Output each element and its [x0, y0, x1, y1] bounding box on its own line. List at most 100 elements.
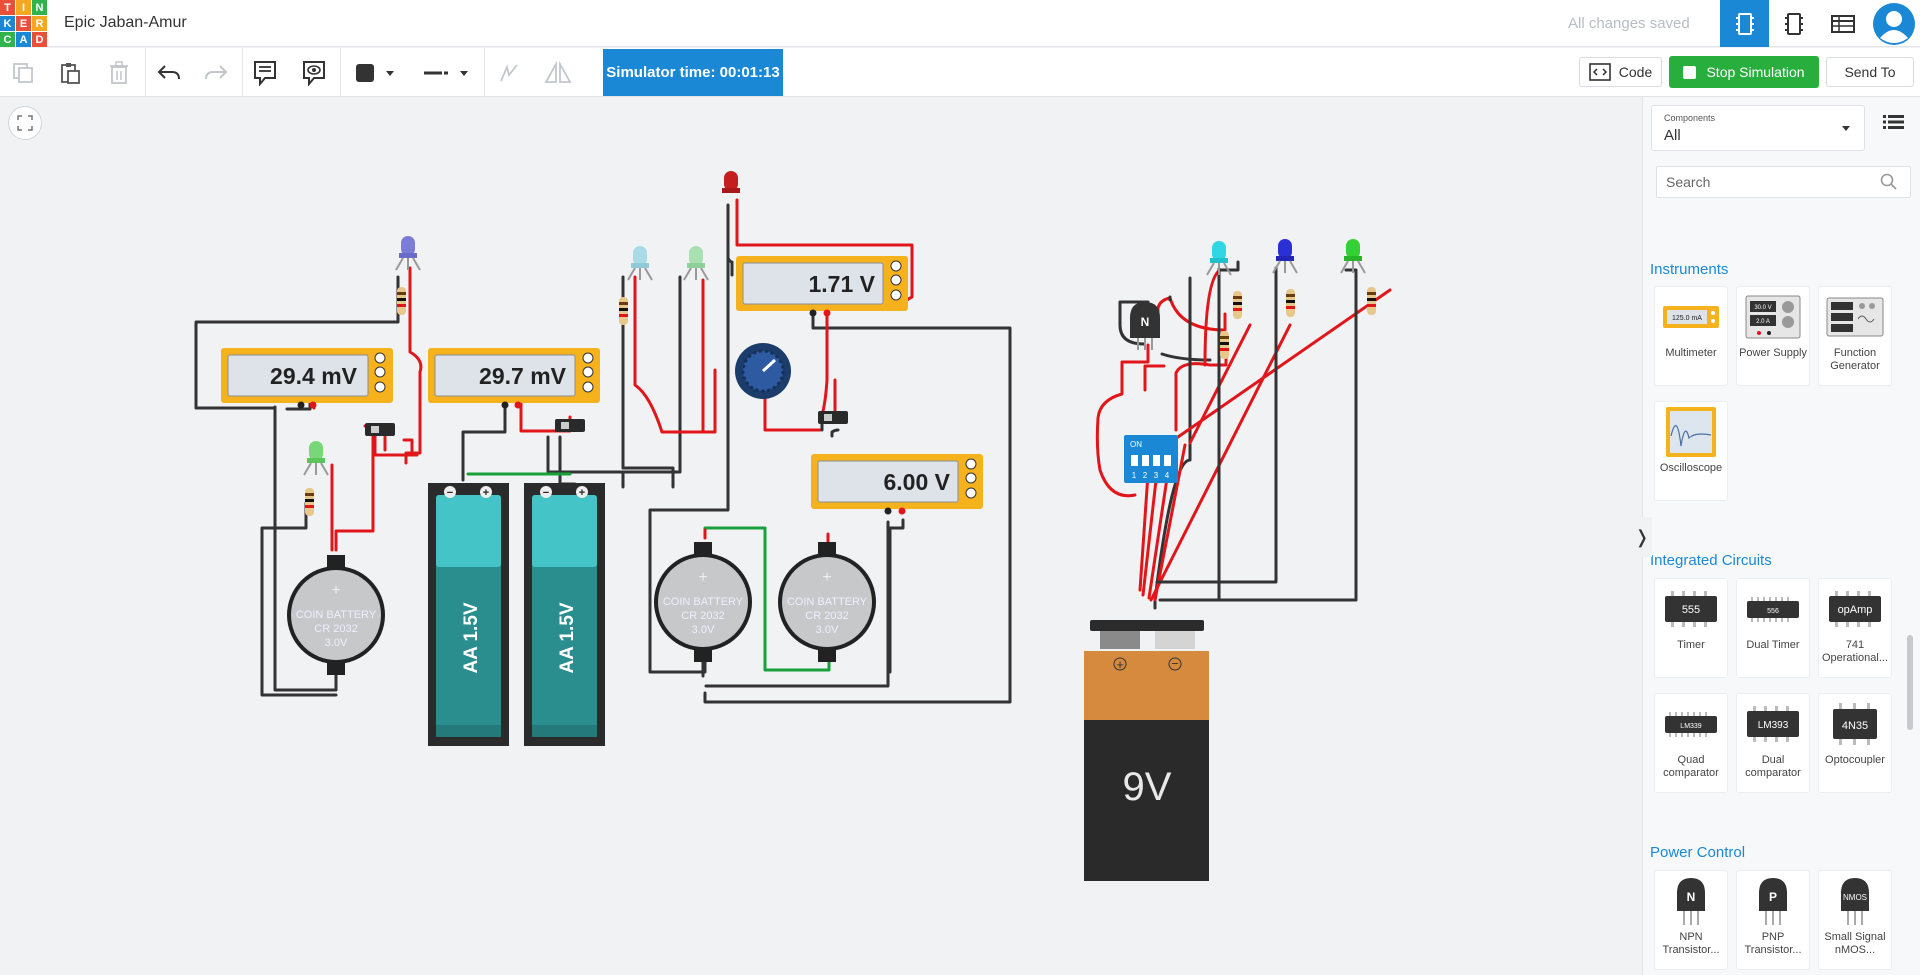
coin-battery-label: COIN BATTERY: [663, 596, 744, 608]
component-pnp-transistor[interactable]: P PNP Transistor...: [1736, 870, 1810, 970]
chip-label: NMOS: [1843, 893, 1867, 902]
section-instruments[interactable]: Instruments: [1650, 261, 1728, 278]
avatar-icon: [1873, 2, 1915, 45]
component-list-view-button[interactable]: [1818, 0, 1867, 47]
resistor[interactable]: [1233, 291, 1242, 319]
tinkercad-logo[interactable]: T I N K E R C A D: [0, 0, 47, 47]
circuit-canvas[interactable]: 29.4 mV 29.7 mV 1.71 V 6.00 V + COIN BAT…: [0, 97, 1642, 975]
potentiometer[interactable]: [735, 343, 791, 399]
toggle-notes-button[interactable]: [299, 58, 329, 88]
component-multimeter[interactable]: 125.0 mA Multimeter: [1654, 286, 1728, 386]
send-to-button[interactable]: Send To: [1826, 57, 1914, 87]
resistor[interactable]: [1367, 287, 1376, 315]
led-green-left[interactable]: [303, 441, 329, 476]
wire-color-dropdown[interactable]: [350, 58, 400, 88]
component-op-amp[interactable]: opAmp 741 Operational...: [1818, 578, 1892, 678]
eye-icon: [303, 61, 325, 86]
resistor[interactable]: [305, 488, 314, 516]
nine-volt-battery[interactable]: + −: [1084, 620, 1209, 881]
mirror-icon: [544, 61, 572, 83]
transistor-label: N: [1141, 315, 1150, 329]
stop-icon: [1683, 65, 1697, 79]
slide-switch[interactable]: [365, 423, 395, 436]
section-power-control[interactable]: Power Control: [1650, 844, 1745, 861]
stop-simulation-button[interactable]: Stop Simulation: [1669, 56, 1819, 88]
led-lightgreen-mid[interactable]: [683, 246, 709, 281]
component-dual-timer[interactable]: 556 Dual Timer: [1736, 578, 1810, 678]
logo-letter: D: [32, 32, 47, 47]
chip-label: 556: [1767, 608, 1779, 615]
code-button[interactable]: Code: [1579, 57, 1662, 87]
paste-button[interactable]: [55, 58, 85, 88]
component-dual-comparator[interactable]: LM393 Dual comparator: [1736, 693, 1810, 793]
slide-switch[interactable]: [555, 419, 585, 432]
rotate-button[interactable]: [494, 58, 524, 88]
save-status: All changes saved: [1568, 15, 1690, 32]
section-integrated-circuits[interactable]: Integrated Circuits: [1650, 552, 1772, 569]
components-panel: Components All Instruments 125.0 mA Mult…: [1642, 97, 1920, 975]
logo-letter: R: [32, 16, 47, 31]
component-power-supply[interactable]: 30.0 V 2.0 A Power Supply: [1736, 286, 1810, 386]
component-name: NPN Transistor...: [1662, 931, 1720, 956]
resistor[interactable]: [397, 287, 406, 315]
delete-button[interactable]: [104, 58, 134, 88]
resistor[interactable]: [1220, 331, 1229, 359]
component-name: Dual Timer: [1746, 639, 1800, 651]
component-name: PNP Transistor...: [1744, 931, 1802, 956]
component-oscilloscope[interactable]: Oscilloscope: [1654, 401, 1728, 501]
chip-label: P: [1769, 890, 1777, 904]
chip-label: 4N35: [1842, 720, 1868, 732]
components-filter-dropdown[interactable]: Components All: [1651, 105, 1865, 151]
svg-text:−: −: [543, 487, 549, 499]
nmos-transistor-icon: NMOS: [1841, 878, 1869, 925]
list-view-toggle[interactable]: [1883, 113, 1905, 131]
resistor[interactable]: [1286, 289, 1295, 317]
svg-text:+: +: [1116, 657, 1124, 672]
resistor[interactable]: [619, 297, 628, 325]
copy-button[interactable]: [8, 58, 38, 88]
paste-icon: [61, 63, 80, 84]
led-green-right[interactable]: [1340, 239, 1366, 274]
meter-2-readout: 29.7 mV: [479, 363, 567, 389]
led-lightblue-mid[interactable]: [627, 246, 653, 281]
fit-view-button[interactable]: [8, 106, 42, 140]
collapse-panel-button[interactable]: ❭: [1632, 517, 1652, 557]
component-function-generator[interactable]: Function Generator: [1818, 286, 1892, 386]
led-cyan-right[interactable]: [1206, 241, 1232, 276]
undo-button[interactable]: [154, 58, 184, 88]
panel-scrollbar[interactable]: [1907, 635, 1913, 730]
component-quad-comparator[interactable]: LM339 Quad comparator: [1654, 693, 1728, 793]
user-avatar[interactable]: [1868, 0, 1920, 47]
svg-text:+: +: [822, 569, 831, 586]
led-blue-right[interactable]: [1272, 239, 1298, 274]
circuit-view-button[interactable]: [1720, 0, 1769, 47]
slide-switch[interactable]: [818, 411, 848, 424]
search-icon: [1880, 173, 1897, 190]
component-nmos-transistor[interactable]: NMOS Small Signal nMOS...: [1818, 870, 1892, 970]
schematic-view-button[interactable]: [1769, 0, 1818, 47]
coin-battery-voltage: 3.0V: [325, 637, 348, 649]
redo-button[interactable]: [201, 58, 231, 88]
dip-number: 1: [1132, 471, 1137, 480]
note-icon: [254, 61, 276, 86]
table-icon: [1830, 14, 1855, 33]
logo-letter: N: [32, 0, 47, 15]
coin-battery-label: COIN BATTERY: [296, 609, 377, 621]
flip-button[interactable]: [543, 58, 573, 88]
meter-4-readout: 6.00 V: [884, 469, 951, 495]
component-timer[interactable]: 555 Timer: [1654, 578, 1728, 678]
component-optocoupler[interactable]: 4N35 Optocoupler: [1818, 693, 1892, 793]
project-title[interactable]: Epic Jaban-Amur: [64, 14, 187, 32]
svg-text:−: −: [447, 487, 453, 499]
wire-type-dropdown[interactable]: [413, 58, 473, 88]
search-input[interactable]: [1656, 166, 1911, 198]
component-npn-transistor[interactable]: N NPN Transistor...: [1654, 870, 1728, 970]
led-red-top[interactable]: [722, 171, 740, 193]
led-blue-left[interactable]: [395, 236, 421, 271]
rotate-icon: [500, 64, 518, 82]
power-supply-amps: 2.0 A: [1756, 319, 1770, 325]
coin-battery-voltage: 3.0V: [692, 624, 715, 636]
notes-button[interactable]: [250, 58, 280, 88]
logo-letter: C: [0, 32, 15, 47]
svg-text:+: +: [698, 569, 707, 586]
